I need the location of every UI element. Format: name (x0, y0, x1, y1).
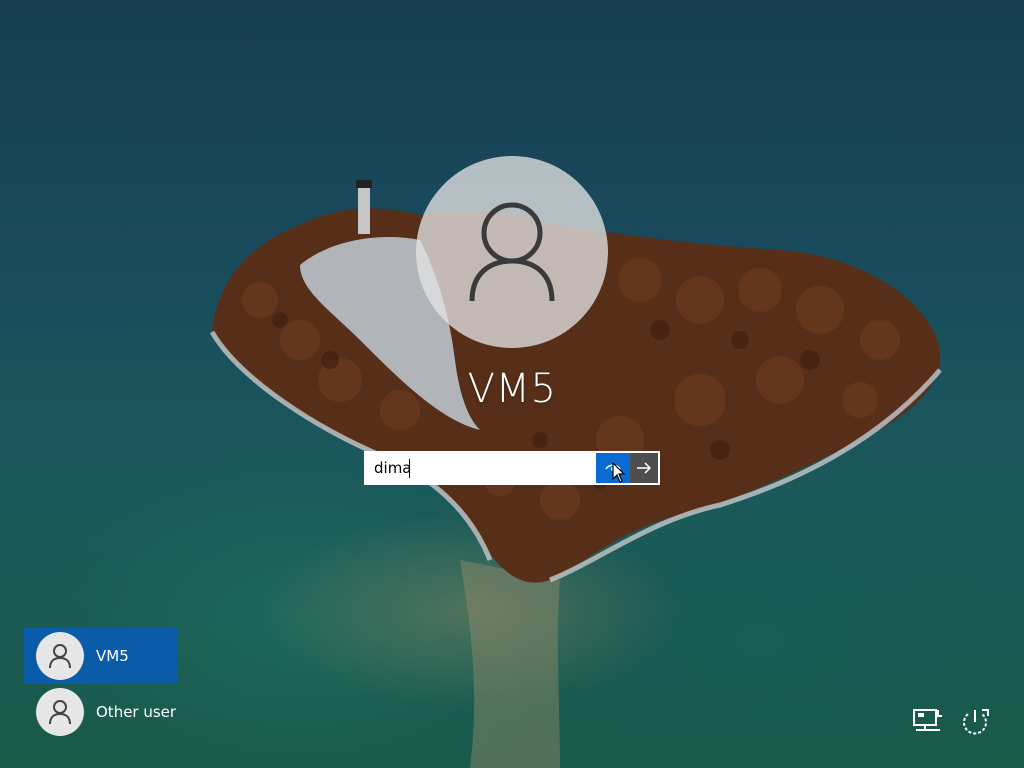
user-tile-label: Other user (96, 703, 177, 721)
account-name: VM5 (467, 366, 557, 412)
password-input-value[interactable]: dima (374, 459, 412, 477)
user-avatar-large (416, 156, 608, 348)
power-icon[interactable] (958, 706, 992, 738)
text-caret (409, 459, 410, 478)
user-tile-avatar (36, 688, 84, 736)
user-icon (469, 202, 555, 302)
submit-button[interactable] (630, 453, 658, 483)
user-icon (49, 644, 71, 669)
user-tile-vm5[interactable]: VM5 (24, 628, 178, 684)
user-tile-label: VM5 (96, 647, 129, 665)
user-icon (49, 700, 71, 725)
user-tile-avatar (36, 632, 84, 680)
mouse-pointer-icon (612, 462, 626, 483)
user-tile-other-user[interactable]: Other user (24, 684, 178, 740)
network-icon[interactable] (912, 706, 944, 736)
arrow-right-icon (637, 462, 652, 474)
